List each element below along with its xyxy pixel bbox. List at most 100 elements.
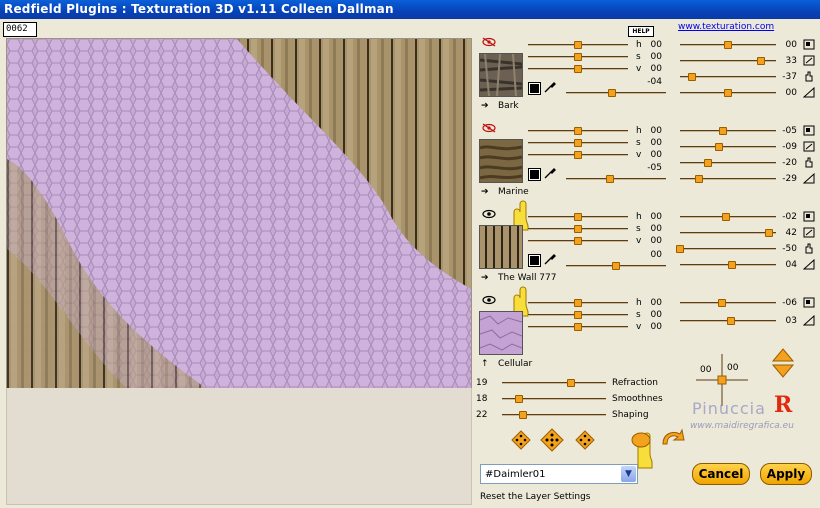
pipette-icon[interactable] <box>543 252 557 266</box>
r2-value: 42 <box>785 228 797 238</box>
window-title: Redfield Plugins : Texturation 3D v1.11 … <box>4 2 394 16</box>
help-button[interactable]: HELP <box>628 26 654 37</box>
extra-slider[interactable] <box>566 175 666 183</box>
r1-value: -05 <box>782 126 797 136</box>
hand-icon[interactable] <box>803 243 815 254</box>
redfield-logo: R <box>774 392 793 418</box>
h-slider[interactable] <box>528 299 628 307</box>
dice-icon[interactable] <box>511 430 531 450</box>
eye-hidden-icon[interactable] <box>482 123 496 133</box>
h-slider[interactable] <box>528 127 628 135</box>
crosshair-x-value: 00 <box>700 365 712 375</box>
layer-name: The Wall 777 <box>498 273 557 283</box>
undo-icon[interactable] <box>660 428 686 448</box>
s-slider[interactable] <box>528 139 628 147</box>
dice-icon[interactable] <box>575 430 595 450</box>
h-slider[interactable] <box>528 41 628 49</box>
color-swatch[interactable] <box>528 254 541 267</box>
r1-slider[interactable] <box>680 41 776 49</box>
move-icon[interactable] <box>803 297 815 308</box>
eye-hidden-icon[interactable] <box>482 37 496 47</box>
r1-slider[interactable] <box>680 127 776 135</box>
s-slider[interactable] <box>528 311 628 319</box>
r4-slider[interactable] <box>680 175 776 183</box>
cellular-texture-thumbnail[interactable] <box>479 311 523 355</box>
r3-value: -20 <box>782 158 797 168</box>
smoothness-slider[interactable] <box>502 395 606 403</box>
h-label: h <box>636 40 642 50</box>
hand-icon[interactable] <box>803 71 815 82</box>
r4-slider[interactable] <box>680 89 776 97</box>
wall-texture-thumbnail[interactable] <box>479 225 523 269</box>
dice-icon[interactable] <box>540 428 564 452</box>
apply-button[interactable]: Apply <box>760 463 812 485</box>
s-label: s <box>636 138 641 148</box>
r1-value: -02 <box>782 212 797 222</box>
extra-slider[interactable] <box>566 262 666 270</box>
s-slider[interactable] <box>528 225 628 233</box>
r2-value: 33 <box>785 56 797 66</box>
extra-slider[interactable] <box>566 89 666 97</box>
v-slider[interactable] <box>528 237 628 245</box>
pipette-icon[interactable] <box>543 166 557 180</box>
s-slider[interactable] <box>528 53 628 61</box>
v-slider[interactable] <box>528 65 628 73</box>
scale-icon[interactable] <box>803 227 815 238</box>
eye-visible-icon[interactable] <box>482 209 496 219</box>
move-icon[interactable] <box>803 125 815 136</box>
r2-slider[interactable] <box>680 317 776 325</box>
r1-value: -06 <box>782 298 797 308</box>
r2-slider[interactable] <box>680 57 776 65</box>
move-icon[interactable] <box>803 211 815 222</box>
r1-value: 00 <box>785 40 797 50</box>
v-label: v <box>636 64 642 74</box>
preset-select[interactable]: #Daimler01 ▼ <box>480 464 638 484</box>
up-down-arrows-icon[interactable] <box>772 348 794 378</box>
v-slider[interactable] <box>528 151 628 159</box>
r3-slider[interactable] <box>680 73 776 81</box>
r4-value: 00 <box>785 88 797 98</box>
move-icon[interactable] <box>803 39 815 50</box>
r2-slider[interactable] <box>680 229 776 237</box>
crosshair-y-value: 00 <box>727 363 739 373</box>
v-label: v <box>636 236 642 246</box>
r3-value: -37 <box>782 72 797 82</box>
r1-slider[interactable] <box>680 213 776 221</box>
r3-slider[interactable] <box>680 159 776 167</box>
website-link[interactable]: www.texturation.com <box>678 22 774 32</box>
arrow-up-icon: ↑ <box>481 359 489 369</box>
pipette-icon[interactable] <box>543 80 557 94</box>
eye-visible-icon[interactable] <box>482 295 496 305</box>
angle-icon[interactable] <box>803 87 815 98</box>
refraction-slider[interactable] <box>502 379 606 387</box>
color-swatch[interactable] <box>528 82 541 95</box>
angle-icon[interactable] <box>803 259 815 270</box>
scale-icon[interactable] <box>803 141 815 152</box>
r3-slider[interactable] <box>676 245 776 253</box>
shaping-value: 22 <box>476 410 488 420</box>
r4-value: -29 <box>782 174 797 184</box>
h-label: h <box>636 212 642 222</box>
angle-icon[interactable] <box>803 315 815 326</box>
status-text: Reset the Layer Settings <box>480 492 591 502</box>
cancel-button[interactable]: Cancel <box>692 463 750 485</box>
v-slider[interactable] <box>528 323 628 331</box>
r2-slider[interactable] <box>680 143 776 151</box>
h-value: 00 <box>650 212 662 222</box>
color-swatch[interactable] <box>528 168 541 181</box>
scale-icon[interactable] <box>803 55 815 66</box>
frame-counter: 0062 <box>3 22 37 37</box>
hand-icon[interactable] <box>803 157 815 168</box>
shaping-label: Shaping <box>612 410 649 420</box>
angle-icon[interactable] <box>803 173 815 184</box>
h-value: 00 <box>650 298 662 308</box>
r1-slider[interactable] <box>680 299 776 307</box>
texture-preview[interactable] <box>6 38 472 390</box>
dropdown-arrow-icon[interactable]: ▼ <box>621 466 636 482</box>
bark-texture-thumbnail[interactable] <box>479 53 523 97</box>
r4-slider[interactable] <box>680 261 776 269</box>
shaping-slider[interactable] <box>502 411 606 419</box>
marine-texture-thumbnail[interactable] <box>479 139 523 183</box>
extra-value: -05 <box>647 163 662 173</box>
h-slider[interactable] <box>528 213 628 221</box>
